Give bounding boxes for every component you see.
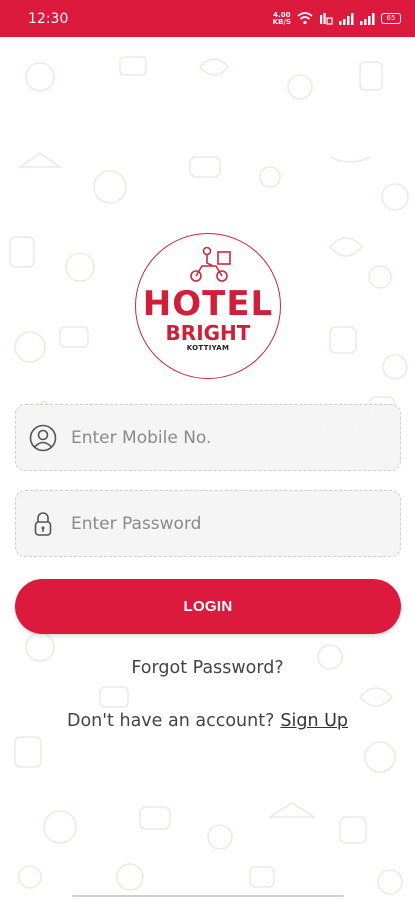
home-indicator (72, 895, 344, 897)
signal-icon (360, 12, 375, 25)
hotel-logo: HOTEL BRIGHT KOTTIYAM (135, 233, 281, 379)
mobile-input[interactable] (71, 427, 400, 448)
wifi-icon (297, 12, 313, 25)
signal-icon (339, 12, 354, 25)
status-bar: 12:30 4.00 KB/S 65 (0, 0, 415, 37)
status-time: 12:30 (28, 10, 69, 27)
status-icons: 4.00 KB/S 65 (272, 10, 401, 26)
network-speed: 4.00 KB/S (272, 10, 291, 26)
volte-icon (320, 13, 333, 25)
mobile-field[interactable] (15, 404, 401, 471)
user-icon (29, 424, 57, 451)
logo-subtitle: BRIGHT (165, 321, 251, 345)
signup-prompt: Don't have an account? (66, 711, 275, 731)
delivery-scooter-icon (190, 246, 231, 282)
login-button[interactable]: LOGIN (15, 579, 401, 634)
battery-icon: 65 (381, 13, 401, 24)
logo-title: HOTEL (142, 284, 274, 324)
password-input[interactable] (71, 513, 400, 534)
logo-location: KOTTIYAM (186, 344, 230, 352)
forgot-password-link[interactable]: Forgot Password? (0, 658, 415, 678)
lock-icon (34, 511, 52, 536)
signup-row: Don't have an account? Sign Up (0, 711, 415, 731)
signup-link[interactable]: Sign Up (280, 711, 348, 731)
password-field[interactable] (15, 490, 401, 557)
